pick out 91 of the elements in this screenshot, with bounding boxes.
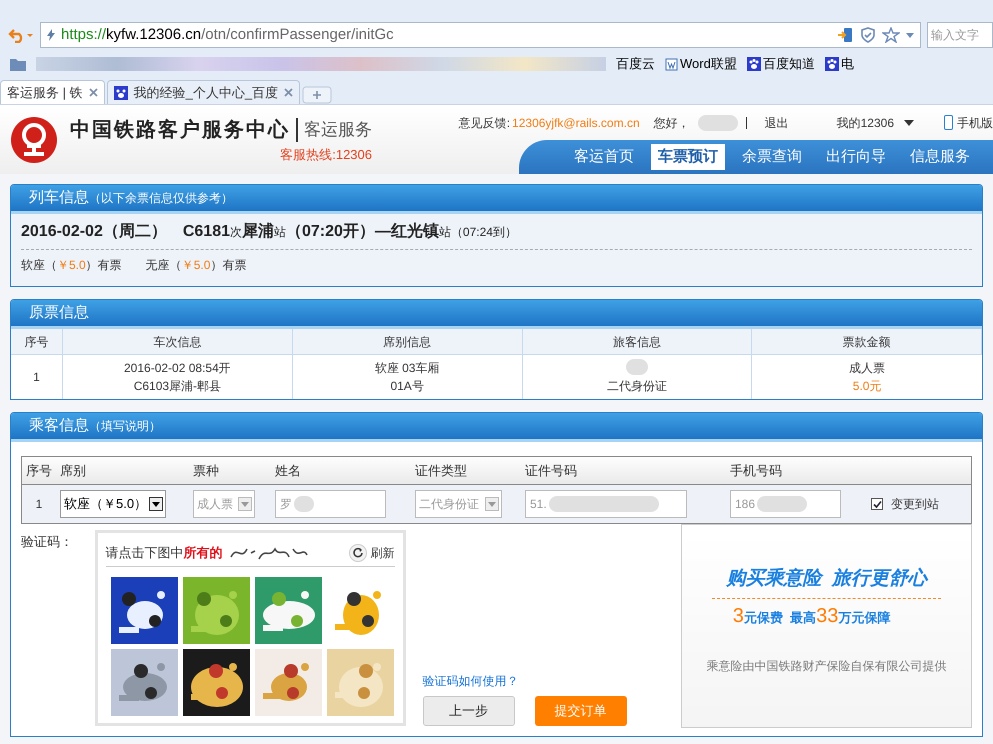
table-cell: 1 bbox=[11, 355, 63, 399]
seat-availability: 无座（￥5.0）有票 bbox=[146, 257, 246, 274]
back-button[interactable]: 上一步 bbox=[422, 696, 515, 726]
panel-note: （填写说明） bbox=[89, 418, 161, 435]
column-header: 手机号码 bbox=[729, 462, 783, 480]
back-icon[interactable] bbox=[8, 27, 34, 43]
amount-text: 5.0元 bbox=[852, 378, 882, 395]
seat-select[interactable]: 软座（￥5.0） bbox=[60, 490, 166, 518]
nav-item[interactable]: 车票预订 bbox=[651, 144, 725, 170]
bookmark[interactable]: 电 bbox=[824, 54, 854, 74]
captcha-prompt: 请点击下图中所有的 bbox=[106, 544, 223, 562]
shield-icon[interactable] bbox=[860, 27, 876, 43]
phone-icon[interactable] bbox=[838, 27, 854, 43]
refresh-icon bbox=[348, 544, 367, 562]
browser-tab[interactable]: 我的经验_个人中心_百度 bbox=[106, 80, 300, 104]
mobile-link[interactable]: 手机版 bbox=[944, 114, 993, 132]
close-icon[interactable] bbox=[284, 88, 294, 97]
tab-title: 我的经验_个人中心_百度 bbox=[134, 84, 278, 102]
column-header: 证件类型 bbox=[414, 462, 468, 480]
table-cell-text: 成人票 bbox=[848, 360, 886, 377]
panel-note: （以下余票信息仅供参考） bbox=[89, 190, 233, 207]
column-header: 席别信息 bbox=[292, 329, 522, 355]
check-icon bbox=[872, 500, 882, 508]
greeting-text: 您好， bbox=[654, 114, 690, 132]
logout-link[interactable]: 退出 bbox=[764, 114, 789, 132]
railway-logo bbox=[10, 116, 58, 164]
browser-tab[interactable]: 客运服务 | 铁 bbox=[0, 80, 105, 104]
panel-title: 原票信息 bbox=[29, 302, 89, 323]
ad-headline: 购买乘意险 旅行更舒心 bbox=[712, 565, 941, 598]
blurred-text bbox=[757, 496, 808, 512]
site-subtitle: 客运服务 bbox=[304, 119, 372, 141]
captcha-label: 验证码： bbox=[21, 533, 74, 551]
table-cell-text: 01A号 bbox=[389, 378, 425, 395]
star-icon[interactable] bbox=[882, 27, 900, 43]
document-icon bbox=[665, 58, 678, 70]
address-bar[interactable]: https://kyfw.12306.cn/otn/confirmPassenger/initGc bbox=[40, 22, 921, 48]
table-cell-text: C6103犀浦-郫县 bbox=[132, 378, 222, 395]
column-header: 车次信息 bbox=[63, 329, 293, 355]
dropdown-icon bbox=[485, 497, 499, 511]
nav-item[interactable]: 信息服务 bbox=[903, 144, 977, 170]
nav-item[interactable]: 余票查询 bbox=[735, 144, 809, 170]
panel-title: 乘客信息 bbox=[29, 416, 89, 436]
paw-icon bbox=[746, 57, 761, 71]
blurred-text bbox=[698, 114, 738, 131]
checkbox[interactable] bbox=[871, 498, 883, 510]
site-title: 中国铁路客户服务中心 bbox=[70, 118, 290, 143]
blurred-text bbox=[626, 359, 648, 375]
column-header: 证件号码 bbox=[524, 462, 578, 480]
hotline-text: 客服热线:12306 bbox=[280, 146, 372, 164]
nav-item[interactable]: 出行向导 bbox=[819, 144, 893, 170]
column-header: 序号 bbox=[25, 462, 53, 480]
url-text: https://kyfw.12306.cn/otn/confirmPassenger/initGc bbox=[61, 24, 395, 45]
column-header: 票种 bbox=[192, 462, 220, 480]
row-number: 1 bbox=[34, 496, 44, 513]
search-field[interactable]: 输入文字 bbox=[927, 22, 993, 48]
caret-icon[interactable] bbox=[906, 32, 914, 38]
dropdown-icon bbox=[149, 497, 163, 511]
bookmark[interactable]: Word联盟 bbox=[665, 54, 737, 74]
column-header: 席别 bbox=[59, 462, 87, 480]
seat-availability: 软座（￥5.0）有票 bbox=[21, 257, 122, 274]
close-icon[interactable] bbox=[88, 88, 98, 97]
dropdown-icon bbox=[238, 497, 252, 511]
change-station-checkbox[interactable]: 变更到站 bbox=[861, 495, 971, 513]
column-header: 票款金额 bbox=[752, 329, 982, 355]
feedback-label: 意见反馈: bbox=[458, 114, 510, 132]
paw-icon bbox=[114, 86, 128, 100]
table-cell-text: 软座 03车厢 bbox=[374, 360, 440, 377]
table-cell-text: 二代身份证 bbox=[606, 378, 667, 395]
bookmark[interactable]: 百度云 bbox=[616, 54, 655, 74]
blurred-text bbox=[294, 496, 314, 512]
ad-provider: 乘意险由中国铁路财产保险自保有限公司提供 bbox=[706, 658, 947, 674]
account-menu[interactable]: 我的12306 bbox=[836, 114, 914, 132]
panel-title: 列车信息 bbox=[29, 188, 89, 208]
tab-title: 客运服务 | 铁 bbox=[7, 84, 83, 102]
captcha-help-link[interactable]: 验证码如何使用？ bbox=[422, 672, 682, 690]
new-tab-icon[interactable] bbox=[302, 86, 332, 104]
caret-icon bbox=[904, 120, 914, 126]
bookmark[interactable]: 百度知道 bbox=[746, 54, 815, 74]
column-header: 序号 bbox=[11, 329, 63, 355]
train-summary: 2016-02-02（周二） C6181次犀浦站（07:20开）—红光镇站（07:24到） bbox=[21, 214, 972, 250]
folder-icon[interactable] bbox=[10, 58, 26, 70]
table-cell-text: 2016-02-02 08:54开 bbox=[123, 360, 232, 377]
column-header: 旅客信息 bbox=[522, 329, 752, 355]
ad-offer: 3元保费 最高33万元保障 bbox=[732, 604, 890, 628]
paw-icon bbox=[824, 57, 839, 71]
nav-item[interactable]: 客运首页 bbox=[567, 144, 641, 170]
insurance-ad[interactable]: 购买乘意险 旅行更舒心 3元保费 最高33万元保障 乘意险由中国铁路财产保险自保有限公司提供 bbox=[681, 524, 972, 728]
phone-icon bbox=[944, 115, 953, 130]
lightning-icon bbox=[47, 29, 55, 41]
refresh-button[interactable]: 刷新 bbox=[348, 544, 395, 562]
column-header: 姓名 bbox=[274, 462, 302, 480]
